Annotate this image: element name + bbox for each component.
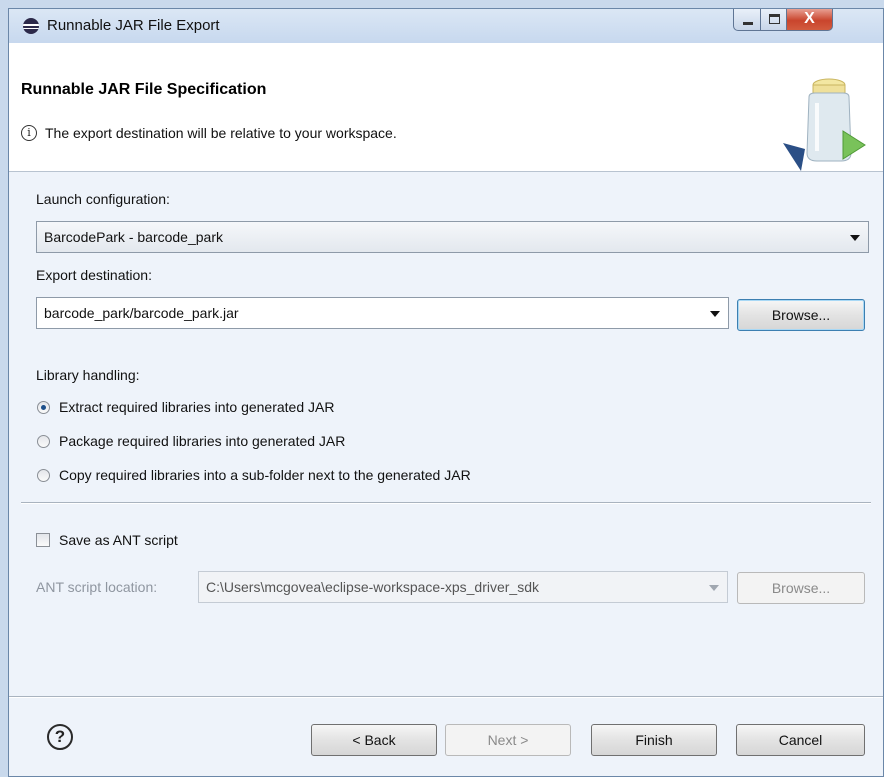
maximize-icon [769,14,780,24]
cancel-button[interactable]: Cancel [736,724,865,756]
title-bar[interactable]: Runnable JAR File Export X [9,9,883,43]
ant-location-input: C:\Users\mcgovea\eclipse-workspace-xps_d… [198,571,728,603]
radio-copy-libraries[interactable] [37,469,50,482]
footer-separator [9,696,883,698]
library-handling-label: Library handling: [36,367,140,383]
export-destination-label: Export destination: [36,267,152,283]
back-button[interactable]: < Back [311,724,437,756]
minimize-button[interactable] [733,9,761,31]
export-destination-input[interactable]: barcode_park/barcode_park.jar [36,297,729,329]
page-title: Runnable JAR File Specification [21,81,267,98]
ant-location-label: ANT script location: [36,579,158,595]
window-title: Runnable JAR File Export [47,17,220,34]
radio-extract-libraries[interactable] [37,401,50,414]
finish-button[interactable]: Finish [591,724,717,756]
launch-config-value: BarcodePark - barcode_park [44,229,223,245]
wizard-content: Launch configuration: BarcodePark - barc… [9,171,883,776]
wizard-header: Runnable JAR File Specification i The ex… [9,43,883,172]
jar-export-icon [783,78,866,171]
launch-config-label: Launch configuration: [36,191,170,207]
next-button: Next > [445,724,571,756]
close-icon: X [804,10,815,27]
export-browse-button[interactable]: Browse... [737,299,865,331]
ant-location-value: C:\Users\mcgovea\eclipse-workspace-xps_d… [206,579,540,595]
export-destination-value: barcode_park/barcode_park.jar [44,305,239,321]
separator [21,502,871,504]
export-dialog: Runnable JAR File Export X Runnable JAR … [8,8,884,777]
save-ant-checkbox[interactable] [36,533,50,547]
info-icon: i [21,125,37,141]
ant-browse-button: Browse... [737,572,865,604]
launch-config-select[interactable]: BarcodePark - barcode_park [36,221,869,253]
help-icon[interactable]: ? [47,724,73,750]
close-button[interactable]: X [786,9,833,31]
maximize-button[interactable] [760,9,787,31]
minimize-icon [743,22,753,25]
chevron-down-icon [709,585,719,591]
radio-package-label[interactable]: Package required libraries into generate… [59,433,345,449]
chevron-down-icon[interactable] [710,311,720,317]
header-message: The export destination will be relative … [45,125,397,141]
radio-extract-label[interactable]: Extract required libraries into generate… [59,399,334,415]
radio-package-libraries[interactable] [37,435,50,448]
chevron-down-icon [850,235,860,241]
eclipse-icon [23,18,39,34]
save-ant-label[interactable]: Save as ANT script [59,532,178,548]
radio-copy-label[interactable]: Copy required libraries into a sub-folde… [59,467,471,483]
